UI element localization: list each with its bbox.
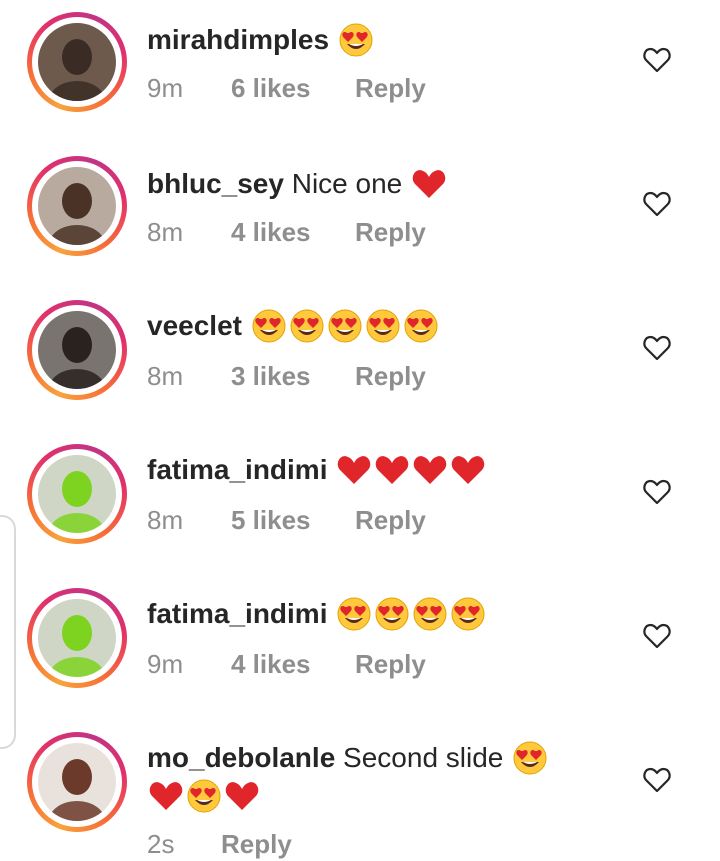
- red-heart-emoji: [223, 778, 261, 814]
- avatar[interactable]: [27, 444, 127, 544]
- comment-meta: 9m 6 likes Reply: [147, 72, 426, 104]
- reply-button[interactable]: Reply: [355, 73, 426, 103]
- heart-eyes-emoji: [335, 596, 373, 632]
- avatar-ring-inner: [32, 17, 122, 107]
- heart-eyes-emoji: [449, 596, 487, 632]
- comment-likes[interactable]: 5 likes: [231, 504, 355, 536]
- comment-body-continued: [147, 778, 261, 814]
- heart-eyes-emoji: [511, 740, 549, 776]
- heart-eyes-emoji: [337, 22, 375, 58]
- side-panel-edge: [0, 515, 16, 749]
- comment-timestamp: 8m: [147, 217, 184, 247]
- avatar-photo: [38, 167, 116, 245]
- heart-eyes-emoji: [402, 308, 440, 344]
- comment-meta: 9m 4 likes Reply: [147, 648, 426, 680]
- comment-body: mirahdimples: [147, 22, 375, 58]
- comment-timestamp: 2s: [147, 829, 175, 859]
- avatar[interactable]: [27, 156, 127, 256]
- comment-timestamp: 9m: [147, 649, 184, 679]
- comment-text: Nice one: [291, 168, 403, 199]
- comment-meta: 8m 5 likes Reply: [147, 504, 426, 536]
- avatar-ring-inner: [32, 305, 122, 395]
- comment-text: Second slide: [343, 742, 504, 773]
- avatar-ring-inner: [32, 161, 122, 251]
- comment-likes[interactable]: 4 likes: [231, 648, 355, 680]
- avatar-photo: [38, 743, 116, 821]
- heart-eyes-emoji: [373, 596, 411, 632]
- avatar[interactable]: [27, 588, 127, 688]
- reply-button[interactable]: Reply: [355, 361, 426, 391]
- comment-body: mo_debolanle Second slide: [147, 740, 549, 776]
- heart-eyes-emoji: [326, 308, 364, 344]
- avatar-ring-inner: [32, 449, 122, 539]
- heart-outline-icon[interactable]: [643, 479, 671, 505]
- comment-username[interactable]: fatima_indimi: [147, 454, 327, 485]
- heart-eyes-emoji: [411, 596, 449, 632]
- red-heart-emoji: [410, 166, 448, 202]
- heart-outline-icon[interactable]: [643, 335, 671, 361]
- avatar[interactable]: [27, 732, 127, 832]
- avatar-photo: [38, 23, 116, 101]
- heart-eyes-emoji: [364, 308, 402, 344]
- heart-eyes-emoji: [250, 308, 288, 344]
- comment-timestamp: 8m: [147, 361, 184, 391]
- reply-button[interactable]: Reply: [355, 649, 426, 679]
- comment-likes[interactable]: 3 likes: [231, 360, 355, 392]
- comment-meta: 8m 4 likes Reply: [147, 216, 426, 248]
- heart-eyes-emoji: [185, 778, 223, 814]
- avatar[interactable]: [27, 12, 127, 112]
- comment-meta: 2s Reply: [147, 828, 292, 860]
- comment-timestamp: 9m: [147, 73, 184, 103]
- red-heart-emoji: [411, 452, 449, 488]
- avatar[interactable]: [27, 300, 127, 400]
- comment-username[interactable]: veeclet: [147, 310, 242, 341]
- comment-username[interactable]: bhluc_sey: [147, 168, 284, 199]
- comment-username[interactable]: mo_debolanle: [147, 742, 335, 773]
- heart-outline-icon[interactable]: [643, 191, 671, 217]
- comment-username[interactable]: fatima_indimi: [147, 598, 327, 629]
- red-heart-emoji: [335, 452, 373, 488]
- red-heart-emoji: [373, 452, 411, 488]
- comment-body: fatima_indimi: [147, 596, 487, 632]
- heart-outline-icon[interactable]: [643, 623, 671, 649]
- heart-outline-icon[interactable]: [643, 47, 671, 73]
- comment-likes[interactable]: 4 likes: [231, 216, 355, 248]
- comment-meta: 8m 3 likes Reply: [147, 360, 426, 392]
- comment-body: veeclet: [147, 308, 440, 344]
- reply-button[interactable]: Reply: [355, 217, 426, 247]
- heart-eyes-emoji: [288, 308, 326, 344]
- comment-timestamp: 8m: [147, 505, 184, 535]
- comment-username[interactable]: mirahdimples: [147, 24, 329, 55]
- comment-body: bhluc_sey Nice one: [147, 166, 448, 202]
- avatar-ring-inner: [32, 593, 122, 683]
- red-heart-emoji: [449, 452, 487, 488]
- reply-button[interactable]: Reply: [355, 505, 426, 535]
- comment-likes[interactable]: 6 likes: [231, 72, 355, 104]
- avatar-photo: [38, 455, 116, 533]
- red-heart-emoji: [147, 778, 185, 814]
- heart-outline-icon[interactable]: [643, 767, 671, 793]
- avatar-photo: [38, 599, 116, 677]
- comment-body: fatima_indimi: [147, 452, 487, 488]
- avatar-ring-inner: [32, 737, 122, 827]
- reply-button[interactable]: Reply: [221, 829, 292, 859]
- avatar-photo: [38, 311, 116, 389]
